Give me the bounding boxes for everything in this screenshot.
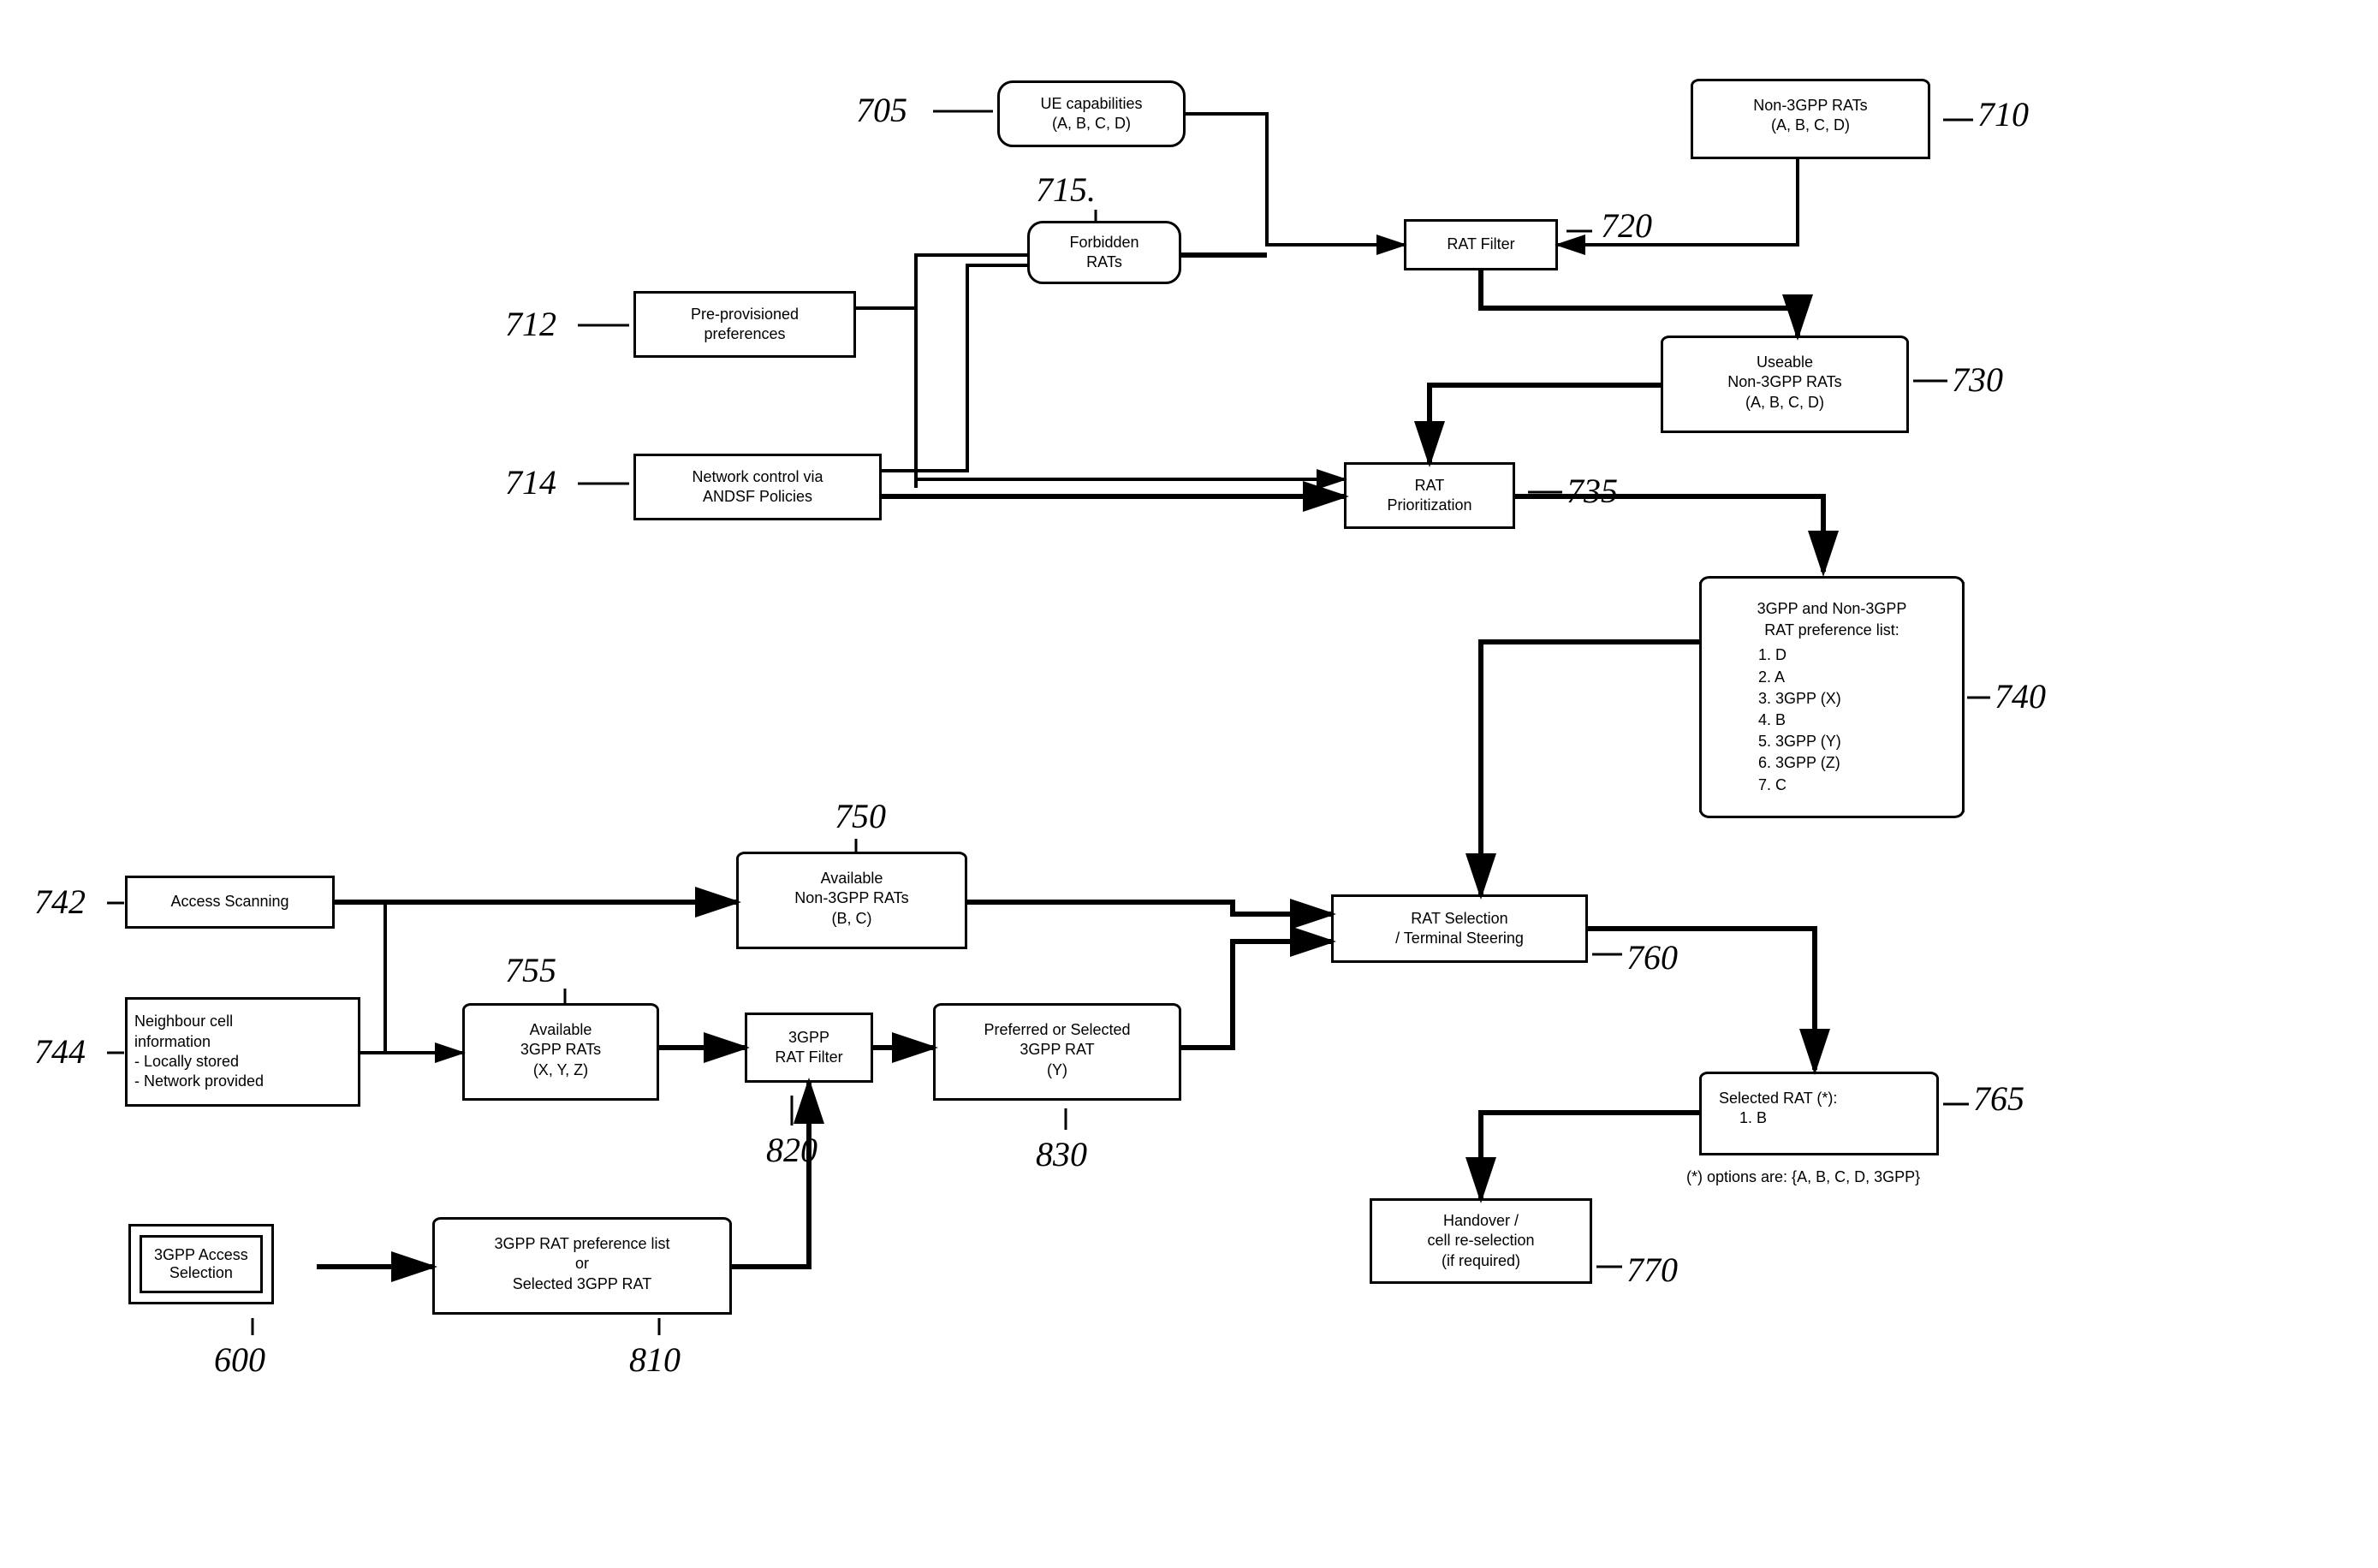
text: Selected 3GPP RAT xyxy=(513,1275,651,1292)
text: RAT Filter xyxy=(1447,235,1514,254)
text: (B, C) xyxy=(832,910,872,927)
text: Access Scanning xyxy=(170,892,288,912)
text: (A, B, C, D) xyxy=(1771,116,1850,134)
text: Forbidden xyxy=(1069,234,1138,251)
node-selected-rat: Selected RAT (*): 1. B xyxy=(1699,1078,1939,1155)
text: Available xyxy=(821,870,883,887)
text: RAT Selection xyxy=(1411,910,1507,927)
text: Non-3GPP RATs xyxy=(1753,97,1867,114)
node-ue-capabilities: UE capabilities (A, B, C, D) xyxy=(997,80,1186,147)
text: Useable xyxy=(1757,353,1813,371)
text: Preferred or Selected xyxy=(984,1021,1130,1038)
text: 3GPP RATs xyxy=(520,1041,601,1058)
node-andsf: Network control via ANDSF Policies xyxy=(633,454,882,520)
text: RAT preference list: xyxy=(1764,621,1899,638)
node-pref-list: 3GPP and Non-3GPP RAT preference list: 1.… xyxy=(1699,582,1965,812)
label-600: 600 xyxy=(214,1339,265,1380)
text: 3GPP xyxy=(788,1029,829,1046)
text: 6. 3GPP (Z) xyxy=(1758,754,1840,771)
text: / Terminal Steering xyxy=(1395,930,1524,947)
node-useable: Useable Non-3GPP RATs (A, B, C, D) xyxy=(1661,342,1909,433)
node-access-scan: Access Scanning xyxy=(125,876,335,929)
label-760: 760 xyxy=(1626,937,1678,977)
label-755: 755 xyxy=(505,950,556,990)
node-rat-prio: RAT Prioritization xyxy=(1344,462,1515,529)
text: Available xyxy=(530,1021,592,1038)
text: (A, B, C, D) xyxy=(1052,115,1131,132)
text: 1. B xyxy=(1719,1109,1767,1126)
label-770: 770 xyxy=(1626,1250,1678,1290)
text: (X, Y, Z) xyxy=(533,1061,588,1078)
node-3gpp-access-sel: 3GPP AccessSelection xyxy=(128,1224,274,1304)
node-handover: Handover / cell re-selection (if required) xyxy=(1370,1198,1592,1284)
node-3gpp-filter: 3GPP RAT Filter xyxy=(745,1013,873,1083)
label-705: 705 xyxy=(856,90,907,130)
label-750: 750 xyxy=(835,796,886,836)
text: - Locally stored xyxy=(134,1053,239,1070)
text: - Network provided xyxy=(134,1072,264,1090)
text: UE capabilities xyxy=(1040,95,1142,112)
node-forbidden: Forbidden RATs xyxy=(1027,221,1181,284)
label-740: 740 xyxy=(1995,676,2046,716)
text: RAT xyxy=(1415,477,1445,494)
label-820: 820 xyxy=(766,1130,817,1170)
text: Selected RAT (*): xyxy=(1719,1090,1837,1107)
text: Selection xyxy=(169,1264,233,1281)
arrows-layer xyxy=(0,0,2378,1568)
label-735: 735 xyxy=(1567,471,1618,511)
label-830: 830 xyxy=(1036,1134,1087,1174)
node-neighbour: Neighbour cell information - Locally store… xyxy=(125,997,360,1107)
label-744: 744 xyxy=(34,1031,86,1072)
text: RAT Filter xyxy=(775,1048,842,1066)
text: cell re-selection xyxy=(1427,1232,1534,1249)
text: (A, B, C, D) xyxy=(1745,394,1824,411)
text: RATs xyxy=(1086,253,1122,270)
text: Prioritization xyxy=(1387,496,1471,514)
text: 3GPP and Non-3GPP xyxy=(1757,600,1907,617)
text: (Y) xyxy=(1047,1061,1067,1078)
text: or xyxy=(575,1255,589,1272)
node-3gpp-pref-list: 3GPP RAT preference list or Selected 3GPP … xyxy=(432,1224,732,1315)
node-avail-non3gpp: Available Non-3GPP RATs (B, C) xyxy=(736,858,967,949)
label-765: 765 xyxy=(1973,1078,2024,1119)
node-rat-sel: RAT Selection / Terminal Steering xyxy=(1331,894,1588,963)
text: Pre-provisioned xyxy=(691,306,799,323)
text: 5. 3GPP (Y) xyxy=(1758,733,1841,750)
text: 3GPP Access xyxy=(154,1246,248,1263)
node-rat-filter: RAT Filter xyxy=(1404,219,1558,270)
node-pref-sel-3gpp: Preferred or Selected 3GPP RAT (Y) xyxy=(933,1010,1181,1101)
text: 4. B xyxy=(1758,711,1786,728)
text: 3GPP RAT xyxy=(1020,1041,1094,1058)
label-742: 742 xyxy=(34,882,86,922)
text: 7. C xyxy=(1758,776,1786,793)
node-non3gpp-rats: Non-3GPP RATs (A, B, C, D) xyxy=(1691,86,1930,159)
text: Non-3GPP RATs xyxy=(1727,373,1841,390)
text: 3. 3GPP (X) xyxy=(1758,690,1841,707)
text: Handover / xyxy=(1443,1212,1519,1229)
node-avail-3gpp: Available 3GPP RATs (X, Y, Z) xyxy=(462,1010,659,1101)
text: Non-3GPP RATs xyxy=(794,889,908,906)
node-selected-note: (*) options are: {A, B, C, D, 3GPP} xyxy=(1686,1168,1920,1186)
label-730: 730 xyxy=(1952,359,2003,400)
label-810: 810 xyxy=(629,1339,681,1380)
text: 1. D xyxy=(1758,646,1786,663)
text: Neighbour cell xyxy=(134,1013,233,1030)
node-preprovisioned: Pre-provisioned preferences xyxy=(633,291,856,358)
text: 3GPP RAT preference list xyxy=(494,1235,669,1252)
label-710: 710 xyxy=(1977,94,2029,134)
label-720: 720 xyxy=(1601,205,1652,246)
label-715: 715. xyxy=(1036,169,1096,210)
text: (if required) xyxy=(1442,1252,1520,1269)
label-712: 712 xyxy=(505,304,556,344)
text: ANDSF Policies xyxy=(703,488,812,505)
text: information xyxy=(134,1033,211,1050)
text: preferences xyxy=(704,325,785,342)
text: 2. A xyxy=(1758,668,1785,686)
label-714: 714 xyxy=(505,462,556,502)
text: Network control via xyxy=(692,468,823,485)
